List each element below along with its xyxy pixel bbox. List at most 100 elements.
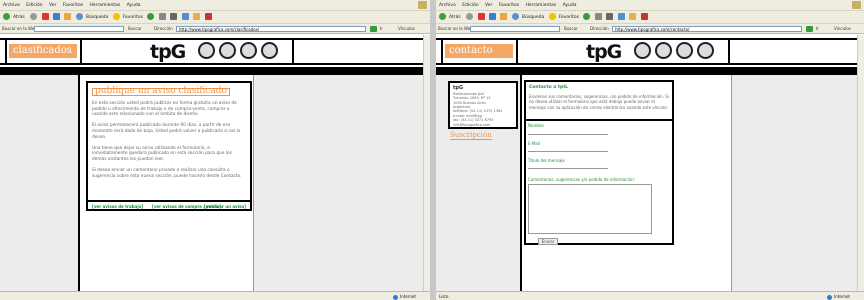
address-bar: Buscar en la Web Buscar Dirección http:/… <box>436 24 864 34</box>
nav-circle-icon[interactable] <box>697 42 714 59</box>
history-icon[interactable] <box>147 13 155 20</box>
suscription-link[interactable]: Suscripción <box>450 131 492 140</box>
favorites-button[interactable]: Favoritos <box>123 15 143 20</box>
back-arrow-icon[interactable] <box>439 13 446 20</box>
menu-bar: Archivo Edición Ver Favoritos Herramient… <box>436 0 864 11</box>
menu-archivo[interactable]: Archivo <box>439 3 456 8</box>
header-divider <box>5 39 7 63</box>
go-button[interactable]: Ir <box>380 24 383 34</box>
forward-arrow-icon[interactable] <box>466 13 474 20</box>
site-logo[interactable]: tpG <box>150 41 186 63</box>
publish-ad-link[interactable]: [publicar un aviso] <box>204 204 246 210</box>
menu-ver[interactable]: Ver <box>49 3 56 8</box>
menu-favoritos[interactable]: Favoritos <box>499 3 519 8</box>
name-input[interactable] <box>528 134 608 135</box>
home-icon[interactable] <box>64 13 72 20</box>
back-arrow-icon[interactable] <box>3 13 10 20</box>
intro-paragraph: En esta sección usted podrá publicar en … <box>92 100 237 118</box>
menu-ayuda[interactable]: Ayuda <box>563 3 577 8</box>
web-search-input[interactable] <box>34 26 124 32</box>
comments-textarea[interactable] <box>528 184 652 234</box>
site-logo[interactable]: tpG <box>586 41 622 63</box>
search-icon[interactable] <box>511 13 519 20</box>
menu-edicion[interactable]: Edición <box>26 3 42 8</box>
web-search-button[interactable]: Buscar <box>128 24 142 34</box>
vertical-scrollbar[interactable] <box>857 35 864 291</box>
edit-icon[interactable] <box>181 13 189 20</box>
comments-label: Comentarios, sugerencias y/o pedido de i… <box>528 177 635 182</box>
messenger-icon[interactable] <box>204 13 212 20</box>
toolbar: Atrás Búsqueda Favoritos <box>0 11 430 24</box>
address-bar: Buscar en la Web Buscar Dirección http:/… <box>0 24 430 34</box>
back-button[interactable]: Atrás <box>13 15 25 20</box>
email-input[interactable] <box>528 151 608 152</box>
messenger-icon[interactable] <box>640 13 648 20</box>
menu-favoritos[interactable]: Favoritos <box>63 3 83 8</box>
send-button[interactable]: Enviar <box>538 238 558 245</box>
logo-text: tpG <box>586 41 622 63</box>
mail-icon[interactable] <box>594 13 602 20</box>
web-search-label: Buscar en la Web <box>2 26 37 31</box>
favorites-star-icon[interactable] <box>112 13 120 20</box>
menu-herramientas[interactable]: Herramientas <box>526 3 557 8</box>
favorites-star-icon[interactable] <box>548 13 556 20</box>
header-divider <box>516 39 518 63</box>
stop-icon[interactable] <box>41 13 49 20</box>
nav-circle-icon[interactable] <box>219 42 236 59</box>
globe-icon <box>827 294 833 300</box>
history-icon[interactable] <box>583 13 591 20</box>
header-divider <box>441 39 443 63</box>
folder-icon[interactable] <box>629 13 637 20</box>
menu-ver[interactable]: Ver <box>485 3 492 8</box>
page-viewport: contacto tpG tpG Publicaciones tpG Tucum… <box>436 35 864 291</box>
nav-circle-icon[interactable] <box>655 42 672 59</box>
intro-paragraph: Una tiene que dejar su aviso utilizando … <box>92 145 232 163</box>
search-button[interactable]: Búsqueda <box>522 15 544 20</box>
print-icon[interactable] <box>170 13 178 20</box>
contact-heading: Contacto a tpG. <box>529 85 569 90</box>
web-search-input[interactable] <box>470 26 560 32</box>
web-search-button[interactable]: Buscar <box>564 24 578 34</box>
nav-circle-icon[interactable] <box>634 42 651 59</box>
print-icon[interactable] <box>606 13 614 20</box>
section-title: clasificados <box>9 44 77 58</box>
work-ads-link[interactable]: [ver avisos de trabajo] <box>92 204 143 210</box>
edit-icon[interactable] <box>617 13 625 20</box>
page-viewport: clasificados tpG publique un aviso clasi… <box>0 35 430 291</box>
menu-edicion[interactable]: Edición <box>462 3 478 8</box>
favorites-button[interactable]: Favoritos <box>559 15 579 20</box>
home-icon[interactable] <box>500 13 508 20</box>
logo-text: tpG <box>150 41 186 63</box>
nav-circle-icon[interactable] <box>261 42 278 59</box>
nav-circle-icon[interactable] <box>240 42 257 59</box>
stop-icon[interactable] <box>477 13 485 20</box>
links-label[interactable]: Vínculos <box>398 24 415 34</box>
menu-ayuda[interactable]: Ayuda <box>127 3 141 8</box>
links-label[interactable]: Vínculos <box>834 24 851 34</box>
refresh-icon[interactable] <box>489 13 497 20</box>
search-icon[interactable] <box>75 13 83 20</box>
nav-circle-icon[interactable] <box>198 42 215 59</box>
header-divider <box>80 39 82 63</box>
header-divider <box>728 39 730 63</box>
refresh-icon[interactable] <box>53 13 61 20</box>
subject-label: Título del mensaje <box>528 158 565 163</box>
mail-icon[interactable] <box>158 13 166 20</box>
go-icon[interactable] <box>806 26 813 32</box>
back-button[interactable]: Atrás <box>449 15 461 20</box>
menu-herramientas[interactable]: Herramientas <box>90 3 121 8</box>
subject-input[interactable] <box>528 168 608 169</box>
url-input[interactable]: http://www.tipografica.com/clasificados/ <box>176 26 366 32</box>
address-label: Dirección <box>154 26 173 31</box>
nav-circle-icon[interactable] <box>676 42 693 59</box>
folder-icon[interactable] <box>193 13 201 20</box>
header-divider <box>292 39 294 63</box>
search-button[interactable]: Búsqueda <box>86 15 108 20</box>
section-title: contacto <box>445 44 513 58</box>
go-icon[interactable] <box>370 26 377 32</box>
vertical-scrollbar[interactable] <box>423 35 430 291</box>
menu-archivo[interactable]: Archivo <box>3 3 20 8</box>
go-button[interactable]: Ir <box>816 24 819 34</box>
forward-arrow-icon[interactable] <box>30 13 38 20</box>
url-input[interactable]: http://www.tipografica.com/contacto/ <box>612 26 802 32</box>
